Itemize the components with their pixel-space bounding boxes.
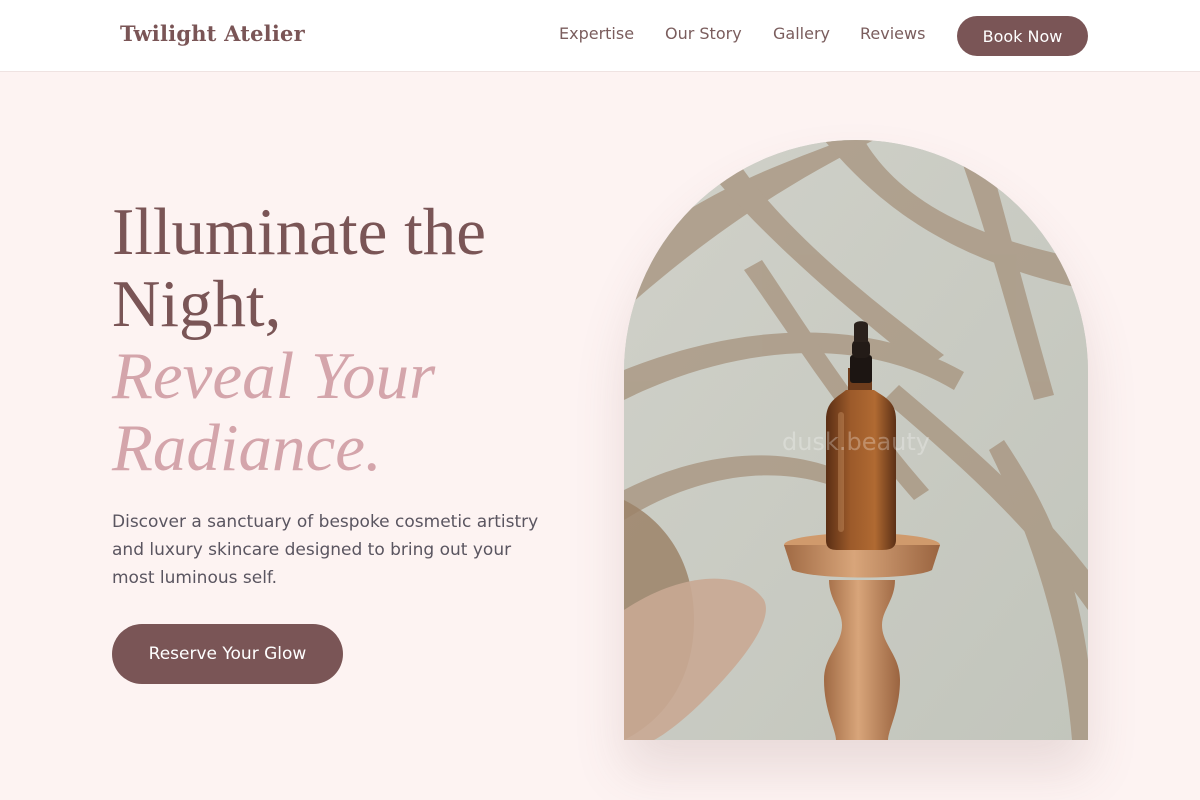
nav-link-gallery[interactable]: Gallery: [773, 24, 830, 43]
top-navigation-bar: Twilight Atelier Expertise Our Story Gal…: [0, 0, 1200, 72]
hero-heading-accent-line: Reveal Your: [112, 339, 436, 413]
hero-heading-line: Night,: [112, 267, 282, 341]
hero-heading: Illuminate the Night, Reveal Your Radian…: [112, 196, 486, 484]
hero-description: Discover a sanctuary of bespoke cosmetic…: [112, 508, 572, 592]
image-watermark: dusk.beauty: [781, 428, 930, 456]
nav-link-reviews[interactable]: Reviews: [860, 24, 925, 43]
hero-description-line: and luxury skincare designed to bring ou…: [112, 540, 512, 560]
reserve-your-glow-button[interactable]: Reserve Your Glow: [112, 624, 343, 684]
brand-logo[interactable]: Twilight Atelier: [120, 21, 305, 46]
hero-heading-line: Illuminate the: [112, 195, 486, 269]
hero-product-image: dusk.beauty: [624, 140, 1088, 740]
hero-heading-accent-line: Radiance.: [112, 411, 382, 485]
hero-description-line: most luminous self.: [112, 568, 278, 588]
hero-description-line: Discover a sanctuary of bespoke cosmetic…: [112, 512, 539, 532]
book-now-button[interactable]: Book Now: [957, 16, 1088, 56]
nav-link-expertise[interactable]: Expertise: [559, 24, 634, 43]
nav-link-our-story[interactable]: Our Story: [665, 24, 742, 43]
